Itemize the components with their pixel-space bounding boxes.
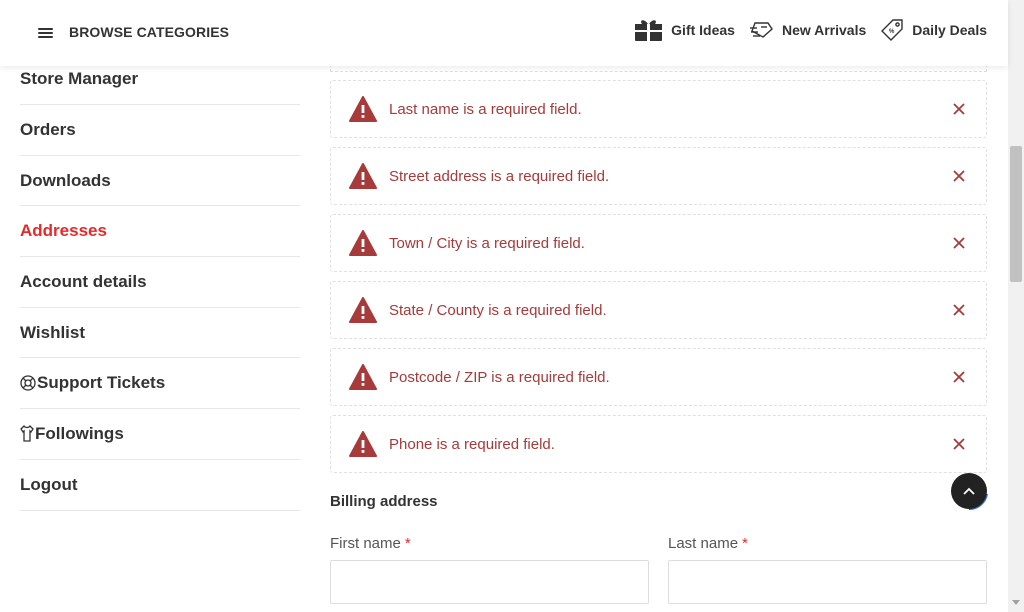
price-tag-icon: % [881, 19, 903, 41]
error-notice: State / County is a required field. [330, 281, 987, 339]
page: BROWSE CATEGORIES Gift Ideas New Arrival… [0, 0, 1024, 612]
warning-icon [349, 297, 377, 323]
header-links: Gift Ideas New Arrivals % Daily Deals [620, 18, 987, 42]
warning-icon [349, 431, 377, 457]
close-icon[interactable] [951, 168, 967, 184]
error-message: Town / City is a required field. [389, 235, 585, 252]
sidebar-item-label: Orders [20, 119, 76, 139]
sidebar-item-downloads[interactable]: Downloads [20, 156, 300, 207]
warning-icon [349, 163, 377, 189]
vertical-scrollbar[interactable] [1008, 0, 1024, 612]
sidebar-item-wishlist[interactable]: Wishlist [20, 308, 300, 359]
warning-icon [349, 96, 377, 122]
close-icon[interactable] [951, 436, 967, 452]
close-icon[interactable] [951, 101, 967, 117]
warning-icon [349, 230, 377, 256]
gift-ideas-label: Gift Ideas [671, 22, 735, 38]
daily-deals-link[interactable]: % Daily Deals [880, 18, 987, 42]
error-notice: Postcode / ZIP is a required field. [330, 348, 987, 406]
new-arrivals-link[interactable]: New Arrivals [749, 19, 866, 41]
last-name-label: Last name * [668, 535, 748, 552]
shirt-icon [20, 425, 34, 443]
sidebar-item-label: Addresses [20, 221, 107, 241]
top-header: BROWSE CATEGORIES Gift Ideas New Arrival… [0, 0, 1008, 66]
sidebar-item-label: Wishlist [20, 322, 86, 342]
close-icon[interactable] [951, 235, 967, 251]
error-message: State / County is a required field. [389, 302, 607, 319]
browse-categories-label[interactable]: BROWSE CATEGORIES [69, 24, 229, 40]
last-name-field[interactable] [668, 560, 987, 604]
new-arrivals-label: New Arrivals [781, 22, 867, 38]
error-message: Street address is a required field. [389, 168, 610, 185]
sidebar-item-label: Store Manager [20, 69, 139, 88]
scroll-down-arrow-icon[interactable] [1012, 600, 1020, 605]
lifebuoy-icon [20, 375, 36, 391]
warning-icon [349, 364, 377, 390]
sidebar-item-label: Account details [20, 271, 147, 291]
account-sidebar: Store Manager Orders Downloads Addresses… [20, 66, 300, 511]
sidebar-item-addresses[interactable]: Addresses [20, 206, 300, 258]
sidebar-item-store-manager[interactable]: Store Manager [20, 66, 300, 105]
last-name-label-text: Last name [668, 535, 739, 552]
scroll-to-top-button[interactable] [951, 473, 987, 509]
error-notice: Town / City is a required field. [330, 214, 987, 272]
chevron-up-icon [963, 487, 975, 495]
error-message: Last name is a required field. [389, 101, 582, 118]
sidebar-item-label: Followings [35, 423, 124, 443]
first-name-field[interactable] [330, 560, 649, 604]
hamburger-menu-icon[interactable] [38, 26, 55, 40]
billing-address-heading: Billing address [330, 493, 438, 510]
gift-icon [635, 20, 663, 41]
required-asterisk: * [404, 535, 411, 552]
sidebar-item-followings[interactable]: Followings [20, 409, 300, 460]
scrollbar-thumb[interactable] [1010, 146, 1022, 282]
close-icon[interactable] [951, 369, 967, 385]
gift-ideas-link[interactable]: Gift Ideas [634, 18, 735, 42]
sidebar-item-logout[interactable]: Logout [20, 460, 300, 511]
sidebar-item-account-details[interactable]: Account details [20, 257, 300, 308]
error-notice: Last name is a required field. [330, 80, 987, 138]
sidebar-item-label: Downloads [20, 170, 111, 190]
svg-text:%: % [889, 29, 895, 35]
error-message: Phone is a required field. [389, 436, 555, 453]
new-arrivals-icon [749, 22, 773, 38]
error-notice: Street address is a required field. [330, 147, 987, 205]
first-name-label-text: First name [330, 535, 401, 552]
sidebar-item-orders[interactable]: Orders [20, 105, 300, 156]
required-asterisk: * [742, 535, 748, 552]
close-icon[interactable] [951, 302, 967, 318]
error-notice: Phone is a required field. [330, 415, 987, 473]
error-message: Postcode / ZIP is a required field. [389, 369, 610, 386]
sidebar-item-label: Logout [20, 474, 78, 494]
first-name-label: First name * [330, 535, 411, 552]
sidebar-item-support-tickets[interactable]: Support Tickets [20, 358, 300, 410]
sidebar-item-label: Support Tickets [37, 373, 166, 393]
daily-deals-label: Daily Deals [912, 22, 987, 38]
